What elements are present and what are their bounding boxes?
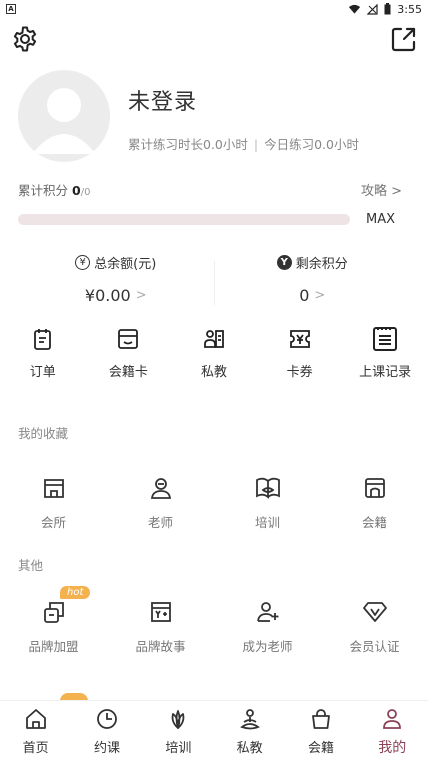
- points-progress: MAX: [18, 212, 402, 227]
- person-icon: [380, 707, 404, 731]
- others-row: hot 品牌加盟 品牌故事 成为老师 会员认证: [0, 586, 428, 655]
- quick-action-private-coach[interactable]: 私教: [171, 325, 257, 385]
- brand-story-icon: [147, 598, 175, 626]
- avatar[interactable]: [18, 69, 110, 162]
- member-verify-icon: [361, 598, 389, 626]
- tab-booking[interactable]: 约课: [71, 701, 142, 760]
- hot-badge: hot: [60, 586, 91, 599]
- favorite-teacher[interactable]: 老师: [107, 474, 214, 531]
- clock-icon: [95, 707, 119, 731]
- status-bar: A 3:55: [0, 0, 428, 18]
- home-icon: [24, 707, 48, 731]
- chevron-right-icon: >: [135, 288, 147, 303]
- quick-action-coupon[interactable]: 卡券: [257, 325, 343, 385]
- signal-icon: [367, 3, 378, 15]
- quick-action-membership-card[interactable]: 会籍卡: [86, 325, 172, 385]
- practice-summary: 累计练习时长0.0小时 | 今日练习0.0小时: [128, 137, 359, 152]
- private-coach-icon: [200, 325, 228, 353]
- max-label: MAX: [366, 212, 396, 227]
- teacher-icon: [147, 474, 175, 502]
- become-teacher-icon: [254, 598, 282, 626]
- favorites-title: 我的收藏: [18, 426, 69, 441]
- favorite-membership[interactable]: 会籍: [321, 474, 428, 531]
- others-title: 其他: [18, 558, 44, 573]
- wifi-icon: [349, 4, 361, 14]
- strategy-link[interactable]: 攻略 >: [361, 180, 402, 199]
- quick-action-order[interactable]: 订单: [0, 325, 86, 385]
- tab-private-coach[interactable]: 私教: [214, 701, 285, 760]
- battery-icon: [384, 3, 391, 15]
- status-time: 3:55: [397, 2, 422, 16]
- remaining-points-label: 剩余积分: [295, 257, 348, 272]
- club-icon: [40, 474, 68, 502]
- yuan-coin-icon: ¥: [75, 255, 91, 270]
- tab-training[interactable]: 培训: [143, 701, 214, 760]
- membership-card-icon: [114, 325, 142, 353]
- points-value: 0: [72, 183, 81, 198]
- other-member-verify[interactable]: 会员认证: [321, 598, 428, 655]
- points-coin-icon: Y: [276, 255, 292, 270]
- points-row: 累计积分 0/0 攻略 >: [18, 180, 402, 199]
- practice-today: 今日练习0.0小时: [264, 137, 359, 152]
- tab-membership[interactable]: 会籍: [285, 701, 356, 760]
- tab-home[interactable]: 首页: [0, 701, 71, 760]
- chevron-right-icon: >: [314, 288, 326, 303]
- total-balance-label: 总余额(元): [94, 257, 157, 272]
- coupon-icon: [286, 325, 314, 353]
- meditation-icon: [238, 707, 262, 731]
- app-notification-icon: A: [6, 4, 16, 14]
- lotus-icon: [166, 707, 190, 731]
- other-brand-story[interactable]: 品牌故事: [107, 598, 214, 655]
- points-label: 累计积分 0/0: [18, 183, 91, 198]
- total-balance[interactable]: ¥ 总余额(元) ¥0.00 >: [18, 245, 214, 313]
- quick-actions: 订单 会籍卡 私教 卡券 上课记录: [0, 325, 428, 385]
- other-become-teacher[interactable]: 成为老师: [214, 598, 321, 655]
- favorites-row: 会所 老师 培训 会籍: [0, 474, 428, 531]
- settings-gear-icon[interactable]: [10, 24, 40, 54]
- bottom-tab-bar: 首页 约课 培训 私教 会籍 我的: [0, 700, 428, 760]
- order-icon: [29, 325, 57, 353]
- membership-icon: [361, 474, 389, 502]
- training-icon: [254, 474, 282, 502]
- favorite-training[interactable]: 培训: [214, 474, 321, 531]
- quick-action-class-record[interactable]: 上课记录: [342, 325, 428, 385]
- progress-track: [18, 214, 350, 225]
- other-brand-join[interactable]: hot 品牌加盟: [0, 586, 107, 655]
- tab-mine[interactable]: 我的: [357, 701, 428, 760]
- favorite-club[interactable]: 会所: [0, 474, 107, 531]
- total-balance-value: ¥0.00: [84, 286, 131, 305]
- login-status[interactable]: 未登录: [128, 84, 359, 116]
- bag-icon: [309, 707, 333, 731]
- class-record-icon: [371, 325, 399, 353]
- brand-join-icon: [40, 598, 68, 626]
- remaining-points[interactable]: Y 剩余积分 0 >: [215, 245, 411, 313]
- practice-total: 累计练习时长0.0小时: [128, 137, 248, 152]
- balance-section: ¥ 总余额(元) ¥0.00 > Y 剩余积分 0 >: [18, 245, 410, 313]
- profile-header[interactable]: 未登录 累计练习时长0.0小时 | 今日练习0.0小时: [18, 68, 410, 163]
- remaining-points-value: 0: [299, 286, 310, 305]
- share-icon[interactable]: [388, 24, 418, 54]
- points-total: /0: [80, 187, 91, 198]
